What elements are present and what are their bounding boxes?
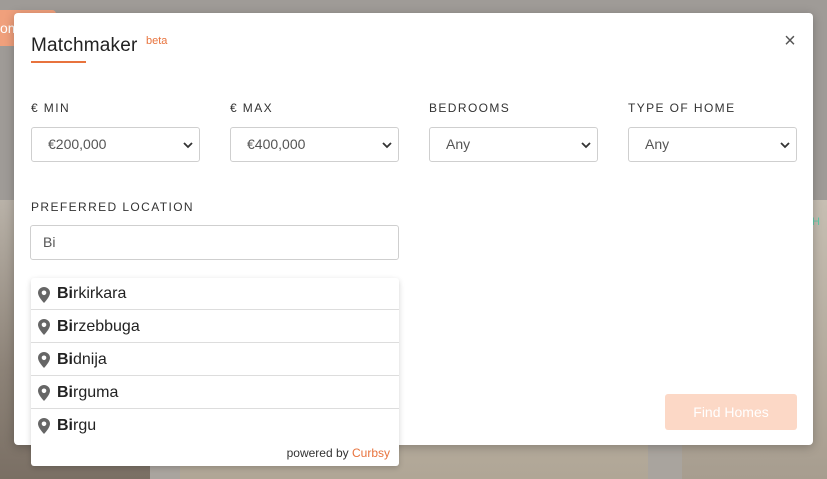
suggestion-match: Bi — [57, 285, 73, 302]
max-price-label: € MAX — [230, 101, 274, 115]
home-type-label: TYPE OF HOME — [628, 101, 736, 115]
map-pin-icon — [38, 287, 50, 303]
suggestion-rest: rguma — [73, 384, 119, 401]
modal-title: Matchmaker — [31, 35, 138, 56]
suggestion-rest: rzebbuga — [73, 318, 140, 335]
suggestion-match: Bi — [57, 318, 73, 335]
max-price-value: €400,000 — [247, 136, 306, 152]
bedrooms-select[interactable]: Any — [429, 127, 598, 162]
find-homes-button[interactable]: Find Homes — [665, 394, 797, 430]
home-type-value: Any — [645, 136, 670, 152]
powered-by: powered by Curbsy — [287, 446, 390, 460]
suggestion-match: Bi — [57, 351, 73, 368]
chevron-down-icon — [581, 142, 591, 149]
background-label: H — [812, 216, 820, 228]
max-price-select[interactable]: €400,000 — [230, 127, 399, 162]
suggestion-item[interactable]: Birzebbuga — [31, 310, 399, 343]
location-label: PREFERRED LOCATION — [31, 200, 194, 214]
chevron-down-icon — [382, 142, 392, 149]
suggestion-item[interactable]: Birguma — [31, 376, 399, 409]
map-pin-icon — [38, 352, 50, 368]
suggestion-rest: rkirkara — [73, 285, 127, 302]
map-pin-icon — [38, 385, 50, 401]
bedrooms-value: Any — [446, 136, 471, 152]
home-type-select[interactable]: Any — [628, 127, 797, 162]
title-underline — [31, 61, 86, 63]
min-price-select[interactable]: €200,000 — [31, 127, 200, 162]
suggestion-item[interactable]: Birgu — [31, 409, 399, 442]
min-price-label: € MIN — [31, 101, 71, 115]
chevron-down-icon — [780, 142, 790, 149]
min-price-value: €200,000 — [48, 136, 107, 152]
suggestion-rest: dnija — [73, 351, 107, 368]
location-suggestions: Birkirkara Birzebbuga Bidnija Birguma Bi… — [31, 278, 399, 466]
suggestion-match: Bi — [57, 417, 73, 434]
suggestion-item[interactable]: Bidnija — [31, 343, 399, 376]
map-pin-icon — [38, 418, 50, 434]
matchmaker-modal: Matchmaker beta × € MIN €200,000 € MAX €… — [14, 13, 813, 466]
map-pin-icon — [38, 319, 50, 335]
beta-badge: beta — [146, 35, 168, 47]
suggestion-rest: rgu — [73, 417, 97, 434]
chevron-down-icon — [183, 142, 193, 149]
location-input[interactable]: Bi — [30, 225, 399, 260]
powered-by-brand[interactable]: Curbsy — [352, 446, 390, 460]
suggestion-item[interactable]: Birkirkara — [31, 278, 399, 310]
bedrooms-label: BEDROOMS — [429, 101, 511, 115]
close-icon[interactable]: × — [780, 31, 800, 51]
powered-by-prefix: powered by — [286, 446, 349, 460]
suggestion-match: Bi — [57, 384, 73, 401]
